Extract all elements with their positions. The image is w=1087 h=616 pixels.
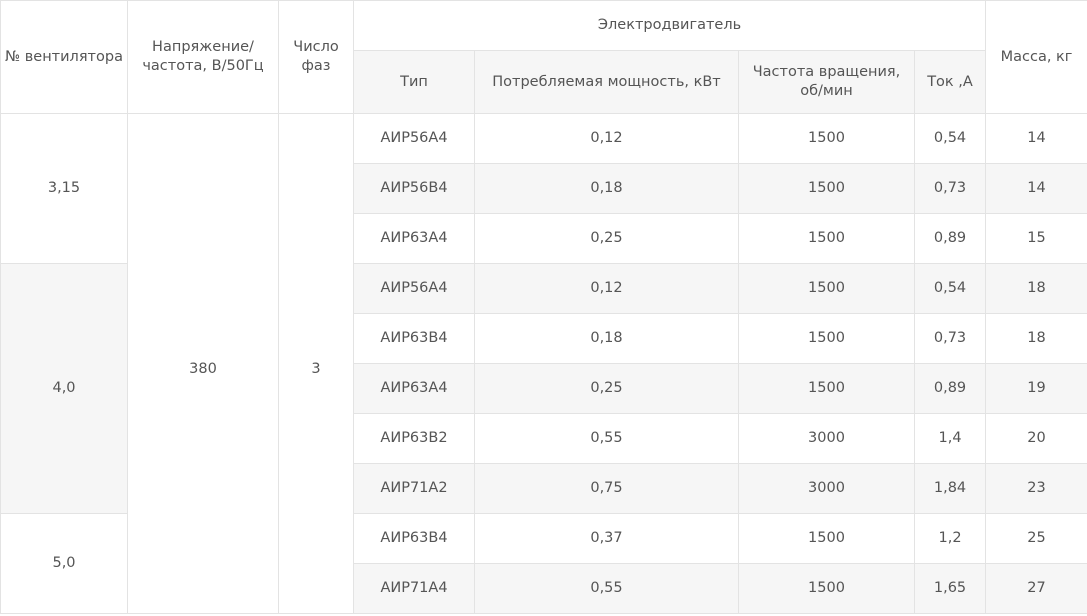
header-type: Тип: [353, 50, 475, 114]
current-cell: 1,65: [913, 563, 987, 614]
speed-cell: 1500: [738, 363, 915, 414]
power-cell: 0,75: [474, 463, 739, 514]
current-cell: 0,73: [913, 313, 987, 364]
current-cell: 0,54: [913, 113, 987, 164]
power-cell: 0,25: [474, 363, 739, 414]
mass-cell: 20: [985, 413, 1087, 464]
mass-cell: 27: [985, 563, 1087, 614]
speed-cell: 1500: [738, 263, 915, 314]
header-voltage: Напряжение/ частота, В/50Гц: [127, 0, 279, 114]
type-cell: АИР56В4: [353, 163, 475, 214]
current-cell: 1,2: [913, 513, 987, 564]
current-cell: 0,89: [913, 363, 987, 414]
header-current: Ток ,А: [913, 50, 987, 114]
header-fan-number: № вентилятора: [0, 0, 128, 114]
mass-cell: 14: [985, 163, 1087, 214]
speed-cell: 1500: [738, 213, 915, 264]
mass-cell: 15: [985, 213, 1087, 264]
table-row: 3,15 380 3 АИР56А4 0,12 1500 0,54 14: [0, 113, 1087, 614]
type-cell: АИР71А4: [353, 563, 475, 614]
type-cell: АИР63А4: [353, 213, 475, 264]
header-mass: Масса, кг: [985, 0, 1087, 114]
power-cell: 0,18: [474, 313, 739, 364]
type-cell: АИР63В4: [353, 313, 475, 364]
power-cell: 0,18: [474, 163, 739, 214]
power-cell: 0,37: [474, 513, 739, 564]
speed-cell: 1500: [738, 113, 915, 164]
type-cell: АИР56А4: [353, 263, 475, 314]
current-cell: 0,54: [913, 263, 987, 314]
power-cell: 0,12: [474, 113, 739, 164]
power-cell: 0,55: [474, 413, 739, 464]
mass-cell: 18: [985, 313, 1087, 364]
speed-cell: 3000: [738, 463, 915, 514]
mass-cell: 19: [985, 363, 1087, 414]
current-cell: 1,84: [913, 463, 987, 514]
current-cell: 0,73: [913, 163, 987, 214]
mass-cell: 18: [985, 263, 1087, 314]
power-cell: 0,55: [474, 563, 739, 614]
type-cell: АИР71А2: [353, 463, 475, 514]
phases-cell: 3: [278, 113, 354, 614]
speed-cell: 1500: [738, 563, 915, 614]
fan-number-cell: 4,0: [0, 263, 128, 514]
fan-number-cell: 3,15: [0, 113, 128, 264]
speed-cell: 1500: [738, 513, 915, 564]
current-cell: 0,89: [913, 213, 987, 264]
header-motor: Электродвигатель: [352, 0, 987, 51]
header-power: Потребляемая мощность, кВт: [474, 50, 739, 114]
speed-cell: 3000: [738, 413, 915, 464]
current-cell: 1,4: [913, 413, 987, 464]
header-row: № вентилятора Напряжение/ частота, В/50Г…: [0, 0, 1087, 114]
power-cell: 0,25: [474, 213, 739, 264]
type-cell: АИР56А4: [353, 113, 475, 164]
motor-spec-table: № вентилятора Напряжение/ частота, В/50Г…: [0, 0, 1087, 614]
mass-cell: 23: [985, 463, 1087, 514]
speed-cell: 1500: [738, 313, 915, 364]
fan-number-cell: 5,0: [0, 513, 128, 614]
voltage-cell: 380: [127, 113, 279, 614]
type-cell: АИР63В4: [353, 513, 475, 564]
mass-cell: 14: [985, 113, 1087, 164]
header-speed: Частота вращения, об/мин: [738, 50, 915, 114]
power-cell: 0,12: [474, 263, 739, 314]
type-cell: АИР63В2: [353, 413, 475, 464]
mass-cell: 25: [985, 513, 1087, 564]
type-cell: АИР63А4: [353, 363, 475, 414]
header-phases: Число фаз: [278, 0, 354, 114]
speed-cell: 1500: [738, 163, 915, 214]
